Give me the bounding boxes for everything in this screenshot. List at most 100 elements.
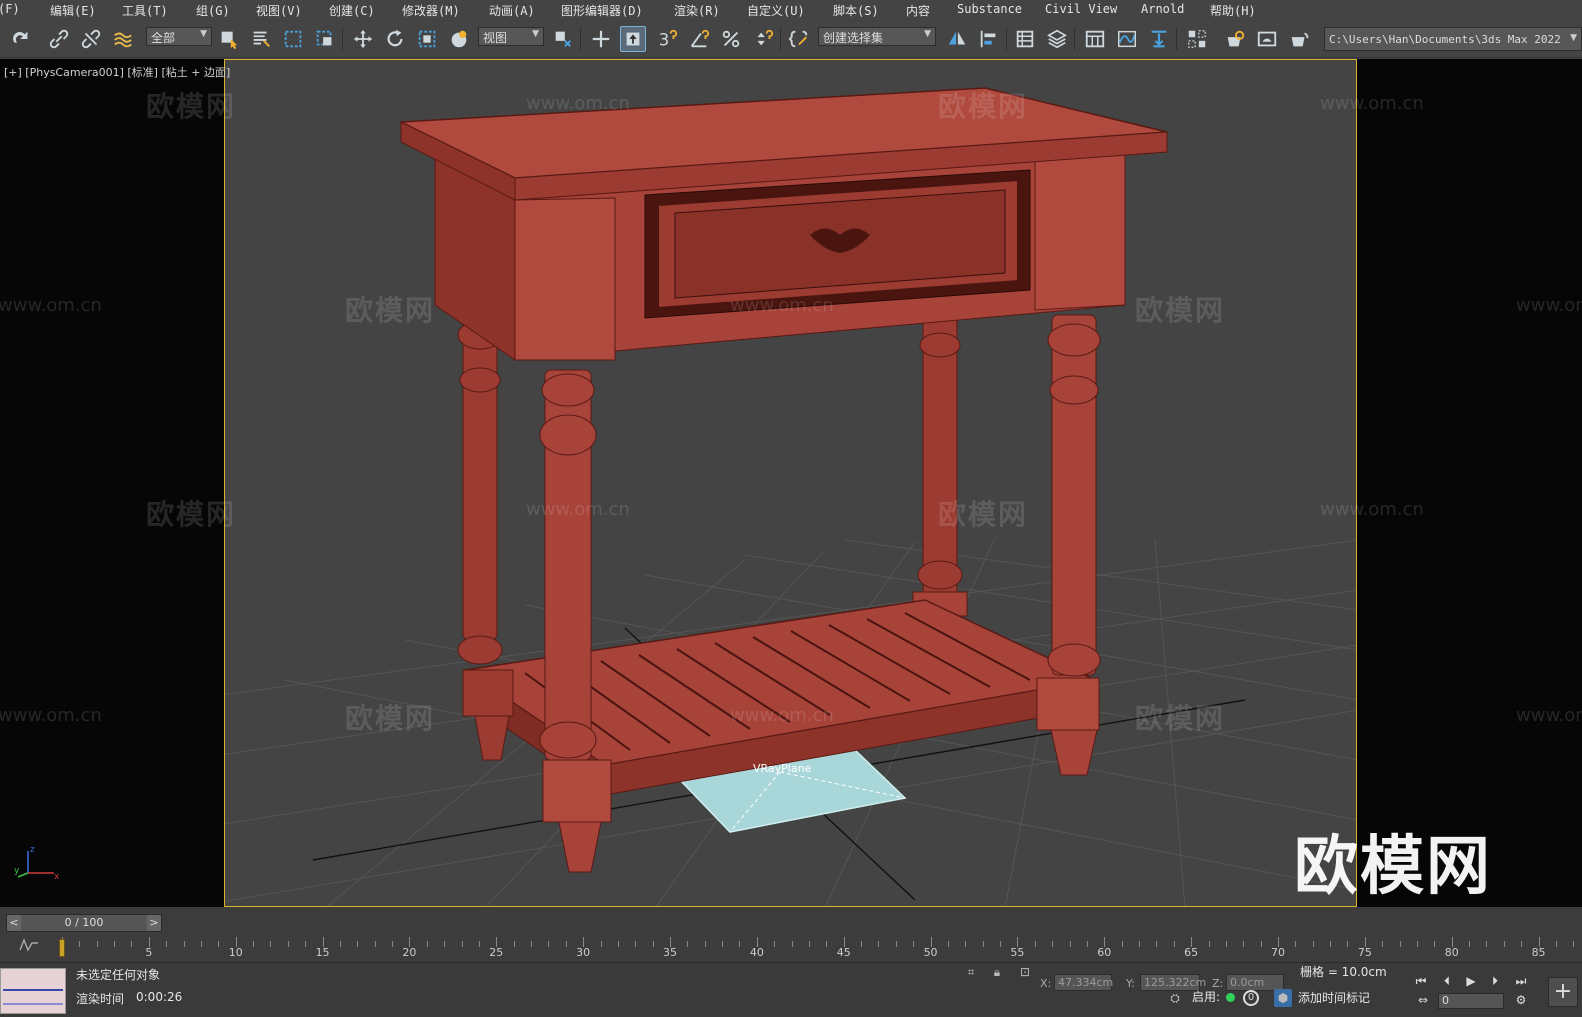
menu-group[interactable]: 组(G): [196, 2, 230, 19]
snaps-toggle-icon[interactable]: 3: [654, 26, 680, 52]
timeline-tick: [617, 941, 619, 947]
current-frame-field[interactable]: 0: [1438, 993, 1504, 1009]
timeline-tick: [444, 941, 446, 947]
select-manipulate-icon[interactable]: [588, 26, 614, 52]
selection-filter-dropdown[interactable]: 全部 ▼: [146, 27, 212, 46]
edit-named-selection-icon[interactable]: [786, 26, 812, 52]
current-frame-marker[interactable]: [59, 939, 65, 957]
timeline-frame-number: 25: [489, 946, 504, 959]
mirror-icon[interactable]: [944, 26, 970, 52]
redo-icon[interactable]: [8, 26, 34, 52]
schematic-view-icon[interactable]: [1146, 26, 1172, 52]
render-setup-icon[interactable]: [1222, 26, 1248, 52]
move-icon[interactable]: [350, 26, 376, 52]
reference-coordinate-dropdown[interactable]: 视图 ▼: [478, 27, 544, 46]
menu-graph-editors[interactable]: 图形编辑器(D): [561, 2, 643, 19]
menu-modifiers[interactable]: 修改器(M): [402, 2, 460, 19]
mini-curve-editor-icon[interactable]: [18, 937, 40, 953]
menu-arnold[interactable]: Arnold: [1141, 2, 1184, 16]
menu-customize[interactable]: 自定义(U): [747, 2, 805, 19]
lock-icon[interactable]: 🔒︎: [988, 963, 1006, 981]
align-icon[interactable]: [976, 26, 1002, 52]
maxscript-listener-mini[interactable]: [0, 968, 66, 1014]
timeline-tick: [1086, 941, 1088, 947]
percent-snap-icon[interactable]: [718, 26, 744, 52]
timeline-tick: [947, 941, 949, 947]
time-tag-icon[interactable]: ⬢: [1274, 989, 1292, 1007]
timeline-tick: [1469, 941, 1471, 947]
material-editor-icon[interactable]: [1184, 26, 1210, 52]
menu-create[interactable]: 创建(C): [329, 2, 375, 19]
timeline-tick: [635, 941, 637, 947]
status-indicator-dot: [1226, 993, 1235, 1002]
timeline-frame-number: 55: [1010, 946, 1025, 959]
time-slider[interactable]: < 0 / 100 >: [6, 914, 162, 932]
y-coordinate-label: Y:: [1126, 977, 1135, 990]
link-icon[interactable]: [46, 26, 72, 52]
place-icon[interactable]: [446, 26, 472, 52]
x-coordinate-field[interactable]: 47.334cm: [1054, 974, 1113, 991]
named-selection-dropdown[interactable]: 创建选择集 ▼: [818, 27, 936, 46]
toolbar-separator: [1176, 28, 1177, 50]
scene-explorer-icon[interactable]: [1012, 26, 1038, 52]
time-configuration-icon[interactable]: ⚙: [1512, 993, 1530, 1009]
viewport-area[interactable]: [+] [PhysCamera001] [标准] [粘土 + 边面] VRayP…: [0, 59, 1582, 907]
timeline-tick: [392, 941, 394, 947]
enable-label: 启用:: [1192, 990, 1221, 1004]
menu-civil-view[interactable]: Civil View: [1045, 2, 1117, 16]
render-production-icon[interactable]: [1286, 26, 1312, 52]
menu-scripting[interactable]: 脚本(S): [833, 2, 879, 19]
rectangular-selection-icon[interactable]: [280, 26, 306, 52]
keyboard-shortcut-override-icon[interactable]: [620, 26, 646, 52]
play-icon[interactable]: ▶: [1462, 974, 1480, 990]
go-to-start-icon[interactable]: ⏮: [1412, 974, 1430, 990]
layer-explorer-icon[interactable]: [1044, 26, 1070, 52]
menu-view[interactable]: 视图(V): [256, 2, 302, 19]
time-slider-label: 0 / 100: [64, 916, 104, 929]
select-by-name-icon[interactable]: [248, 26, 274, 52]
timeline-tick: [652, 941, 654, 947]
menu-animation[interactable]: 动画(A): [489, 2, 535, 19]
timeline-tick: [861, 941, 863, 947]
add-time-tag-label[interactable]: 添加时间标记: [1298, 989, 1370, 1006]
reference-coordinate-value: 视图: [483, 31, 508, 45]
chevron-right-icon[interactable]: >: [147, 915, 161, 931]
unlink-icon[interactable]: [78, 26, 104, 52]
curve-editor-icon[interactable]: [1114, 26, 1140, 52]
project-folder-dropdown[interactable]: C:\Users\Han\Documents\3ds Max 2022 ▼: [1324, 27, 1582, 51]
absolute-mode-icon[interactable]: ⊡: [1016, 963, 1034, 981]
menu-help[interactable]: 帮助(H): [1210, 2, 1256, 19]
bind-space-warp-icon[interactable]: [110, 26, 136, 52]
axis-tripod-icon: z x y: [14, 845, 60, 882]
isolate-selection-icon[interactable]: ⌗: [962, 963, 980, 981]
menu-substance[interactable]: Substance: [957, 2, 1022, 16]
menu-edit[interactable]: 编辑(E): [50, 2, 96, 19]
toggle-ribbon-icon[interactable]: [1082, 26, 1108, 52]
menu-content[interactable]: 内容: [906, 2, 930, 19]
menu-tools[interactable]: 工具(T): [122, 2, 168, 19]
window-crossing-icon[interactable]: [312, 26, 338, 52]
next-frame-icon[interactable]: ⏵: [1486, 974, 1504, 990]
x-coordinate-label: X:: [1040, 977, 1052, 990]
angle-snap-icon[interactable]: [686, 26, 712, 52]
back-leg-left: [457, 299, 503, 665]
timeline-tick: [1347, 941, 1349, 947]
set-key-icon[interactable]: +: [1548, 977, 1578, 1007]
scale-icon[interactable]: [414, 26, 440, 52]
camera-safe-frame[interactable]: VRayPlane: [224, 59, 1357, 907]
spinner-snap-icon[interactable]: [750, 26, 776, 52]
menu-file[interactable]: (F): [0, 2, 20, 16]
key-mode-icon[interactable]: ⇔: [1414, 993, 1432, 1009]
viewport-label[interactable]: [+] [PhysCamera001] [标准] [粘土 + 边面]: [4, 64, 230, 80]
rotate-icon[interactable]: [382, 26, 408, 52]
timeline-ruler[interactable]: 5 10 15 20 25 30 35 40 45 50 55 60 65 70 75 80 85: [59, 935, 1582, 959]
timeline-tick: [808, 941, 810, 947]
adaptive-degradation-icon[interactable]: ⛭: [1166, 989, 1184, 1007]
pivot-center-icon[interactable]: [550, 26, 576, 52]
select-object-icon[interactable]: [216, 26, 242, 52]
menu-rendering[interactable]: 渲染(R): [674, 2, 720, 19]
timeline-tick: [96, 941, 98, 947]
go-to-end-icon[interactable]: ⏭: [1512, 974, 1530, 990]
previous-frame-icon[interactable]: ⏴: [1438, 974, 1456, 990]
rendered-frame-window-icon[interactable]: [1254, 26, 1280, 52]
